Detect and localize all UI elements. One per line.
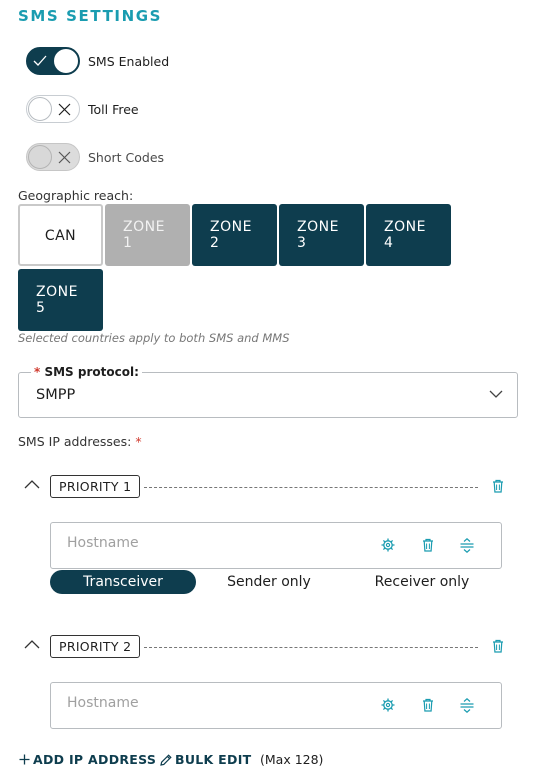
chevron-up-icon[interactable] [24,639,40,649]
hostname-input-2[interactable] [67,695,357,711]
zone-label: ZONE [384,219,426,235]
hostname-field-2 [50,682,502,729]
max-ip-count: (Max 128) [260,752,324,767]
priority-1-header: PRIORITY 1 [24,475,510,499]
trash-icon[interactable] [422,538,434,552]
trash-icon[interactable] [422,698,434,712]
sms-protocol-select[interactable]: * SMS protocol: SMPP [18,365,518,418]
bulk-edit-label: BULK EDIT [175,752,252,767]
add-ip-address-label: ADD IP ADDRESS [33,752,157,767]
chevron-down-icon [489,390,503,398]
zone-number: 1 [123,235,133,251]
zone-button-3[interactable]: ZONE 3 [279,204,364,266]
sms-protocol-label: SMS protocol: [44,365,139,379]
trash-icon[interactable] [492,479,504,493]
required-marker: * [135,434,142,449]
bulk-edit-button[interactable]: BULK EDIT [160,752,251,767]
toggle-row-short-codes: Short Codes [26,143,164,171]
toggle-knob [28,97,52,121]
zone-number: 2 [210,235,220,251]
toll-free-label: Toll Free [88,101,139,117]
hostname-input-1[interactable] [67,535,357,551]
section-title: SMS SETTINGS [18,7,163,25]
drag-handle-icon[interactable] [460,698,474,713]
short-codes-label: Short Codes [88,149,165,165]
gear-icon[interactable] [381,698,395,712]
zone-button-5[interactable]: ZONE 5 [18,269,103,331]
priority-divider [144,647,478,648]
priority-2-header: PRIORITY 2 [24,635,510,659]
short-codes-toggle [26,143,80,171]
sms-protocol-legend: * SMS protocol: [31,365,142,379]
zone-label: ZONE [36,284,78,300]
x-icon [58,103,71,116]
zone-label: CAN [44,228,77,244]
drag-handle-icon[interactable] [460,538,474,553]
zone-label: ZONE [210,219,252,235]
chevron-up-icon[interactable] [24,479,40,489]
zone-button-1[interactable]: ZONE 1 [105,204,190,266]
add-ip-address-button[interactable]: ADD IP ADDRESS [19,752,156,767]
mode-transceiver[interactable]: Transceiver [50,570,196,594]
sms-ip-addresses-label: SMS IP addresses: * [18,434,142,449]
zone-number: 3 [297,235,307,251]
sms-protocol-value: SMPP [36,387,76,403]
priority-1-tag: PRIORITY 1 [50,475,141,498]
x-icon [58,151,71,164]
trash-icon[interactable] [492,639,504,653]
hostname-field-1 [50,522,502,569]
priority-divider [144,487,478,488]
sms-enabled-toggle[interactable] [26,47,80,75]
toggle-row-toll-free: Toll Free [26,95,139,123]
toggle-knob [54,49,78,73]
sms-enabled-label: SMS Enabled [88,53,170,69]
mode-sender-only[interactable]: Sender only [208,570,330,594]
zone-label: ZONE [297,219,339,235]
toggle-row-sms-enabled: SMS Enabled [26,47,169,75]
mode-receiver-only[interactable]: Receiver only [356,570,488,594]
required-marker: * [34,365,41,379]
check-icon [33,55,47,66]
zone-number: 5 [36,300,46,316]
zone-button-4[interactable]: ZONE 4 [366,204,451,266]
zone-label: ZONE [123,219,165,235]
plus-icon [19,754,30,765]
zone-number: 4 [384,235,394,251]
gear-icon[interactable] [381,538,395,552]
zone-button-can[interactable]: CAN [18,204,103,266]
priority-2-tag: PRIORITY 2 [50,635,141,658]
toll-free-toggle[interactable] [26,95,80,123]
geographic-hint: Selected countries apply to both SMS and… [18,331,290,345]
pencil-icon [160,753,172,766]
zone-button-2[interactable]: ZONE 2 [192,204,277,266]
toggle-knob [28,145,52,169]
sms-ip-label-text: SMS IP addresses: [18,434,132,449]
geographic-reach-label: Geographic reach: [18,188,134,203]
